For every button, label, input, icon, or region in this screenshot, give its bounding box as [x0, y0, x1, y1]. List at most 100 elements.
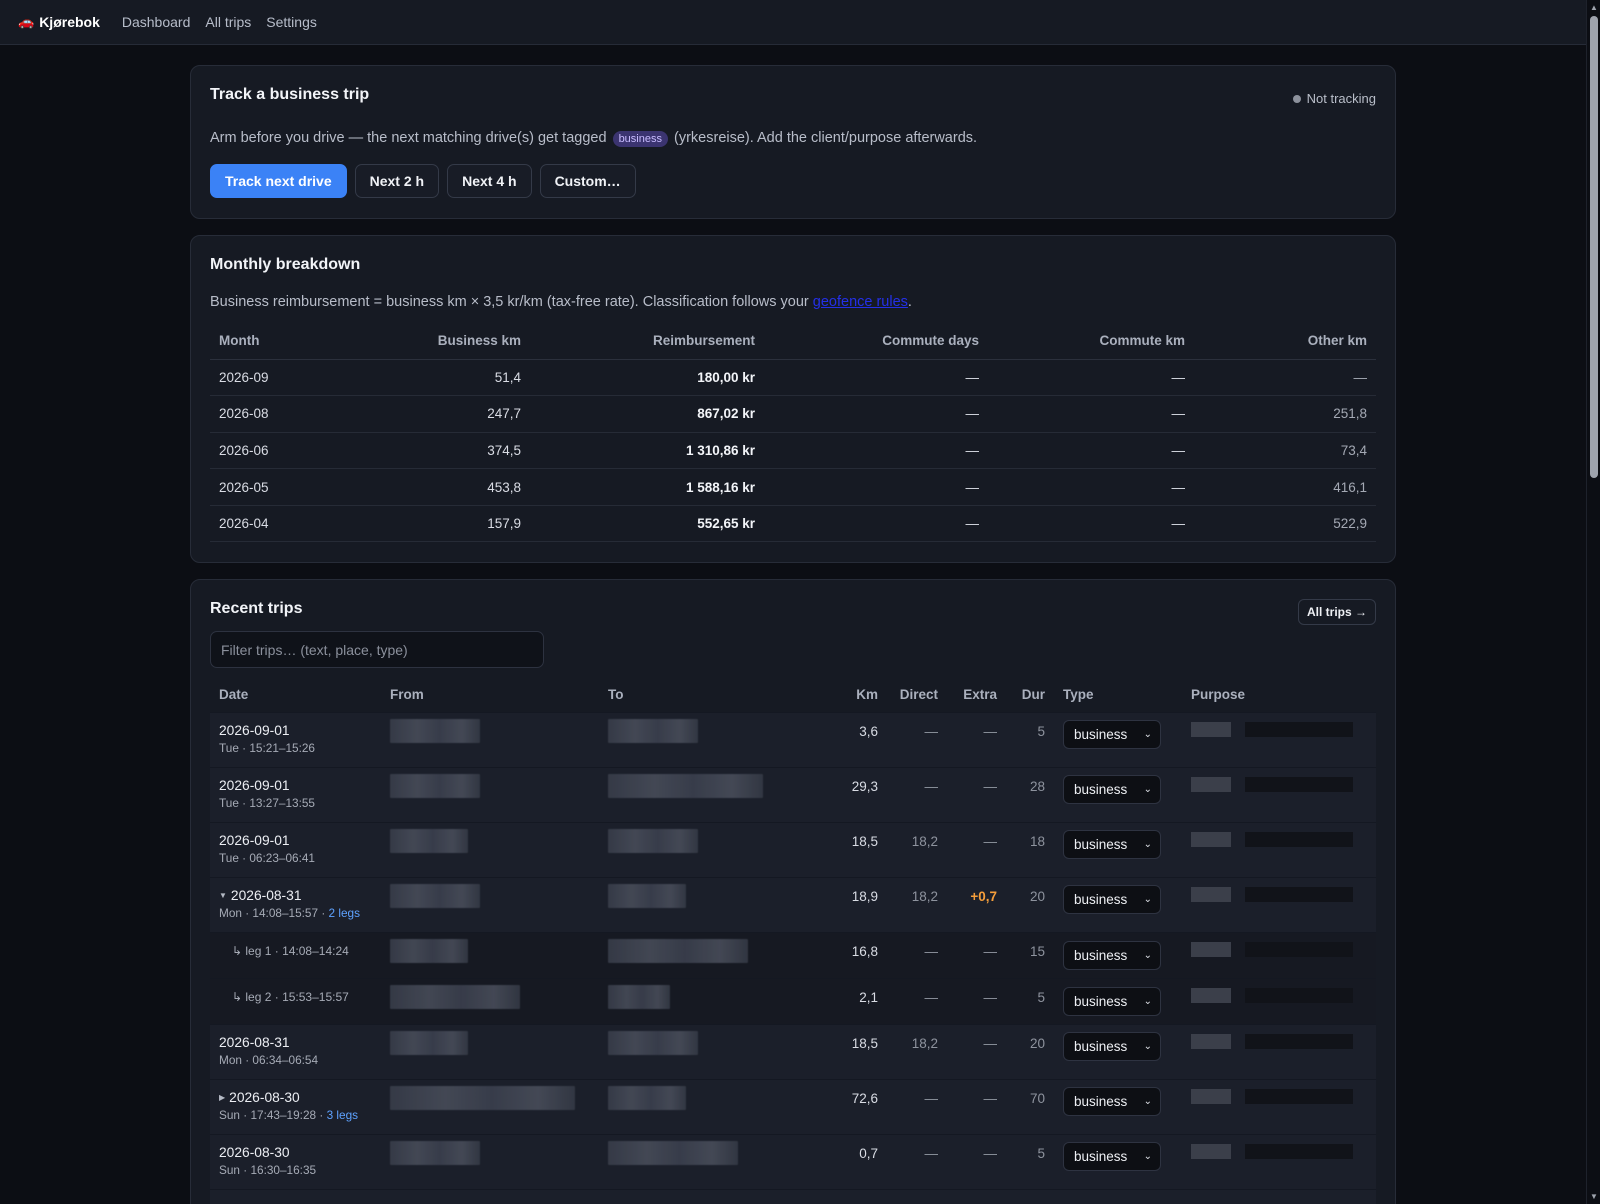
redacted-purpose-part [1245, 721, 1353, 737]
trip-km [817, 1188, 887, 1204]
scrollbar-thumb[interactable] [1590, 16, 1598, 478]
page-scrollbar[interactable]: ▲ ▼ [1586, 0, 1600, 1204]
filter-trips-input[interactable] [210, 631, 544, 668]
trip-leg-row[interactable]: ↳ leg 1 · 14:08–14:24 16,8— —15 business ⌄ [210, 931, 1376, 978]
trip-time-text: Mon · 06:34–06:54 [219, 1052, 319, 1067]
trip-type-select[interactable]: business ⌄ [1063, 1141, 1161, 1171]
trip-type-cell: business ⌄ [1054, 931, 1182, 978]
brand-logo[interactable]: 🚗 Kjørebok [18, 14, 100, 30]
month-cell: 2026-09 [210, 359, 370, 397]
trip-type-cell: business ⌄ [1054, 876, 1182, 932]
trip-duration: 20 [1006, 1023, 1054, 1079]
next-2h-button[interactable]: Next 2 h [354, 164, 440, 198]
next-4h-button[interactable]: Next 4 h [447, 164, 532, 198]
trip-type-select[interactable]: business ⌄ [1063, 1086, 1161, 1116]
col-dur: Dur [1021, 687, 1045, 703]
chevron-down-icon: ⌄ [1143, 1095, 1152, 1107]
redacted-purpose [1191, 1143, 1367, 1159]
trip-row[interactable] [210, 1188, 1376, 1204]
redacted-purpose-part [1245, 987, 1353, 1003]
monthly-breakdown-card: Monthly breakdown Business reimbursement… [190, 235, 1396, 563]
redacted-purpose-part [1191, 1033, 1231, 1049]
month-cell: 2026-04 [210, 505, 370, 543]
scroll-up-icon[interactable]: ▲ [1590, 3, 1598, 12]
trip-extra: — [947, 1133, 1006, 1189]
trip-row[interactable]: 2026-08-30 Sun · 16:30–16:35 0,7— —5 busines… [210, 1133, 1376, 1189]
redacted-from-place [390, 1085, 575, 1110]
trip-purpose-cell[interactable] [1182, 1133, 1376, 1189]
trip-type-select[interactable]: business ⌄ [1063, 774, 1161, 804]
trip-date-text: 2026-09-01 [219, 832, 290, 848]
trip-type-select[interactable]: business ⌄ [1063, 829, 1161, 859]
trip-date-cell: ▼ 2026-08-31 Mon · 14:08–15:57 · 2 legs [210, 876, 381, 932]
trip-extra: — [947, 977, 1006, 1024]
trip-date-text: 2026-09-01 [219, 722, 290, 738]
trip-type-cell: business ⌄ [1054, 821, 1182, 877]
reimbursement-cell: 552,65 kr [530, 505, 764, 543]
trip-purpose-cell[interactable] [1182, 977, 1376, 1024]
trip-type-select[interactable]: business ⌄ [1063, 884, 1161, 914]
track-next-drive-button[interactable]: Track next drive [210, 164, 347, 198]
trip-leg-row[interactable]: ↳ leg 2 · 15:53–15:57 2,1— —5 business ⌄ [210, 977, 1376, 1024]
chevron-down-icon: ⌄ [1143, 949, 1152, 961]
trip-type-value: business [1074, 947, 1128, 963]
trip-date: 2026-09-01 [219, 723, 372, 738]
other-km-cell: 73,4 [1194, 432, 1376, 470]
nav-link-all-trips[interactable]: All trips [205, 14, 251, 30]
trip-extra: — [947, 1023, 1006, 1079]
trip-purpose-cell[interactable] [1182, 1023, 1376, 1079]
trip-row[interactable]: 2026-09-01 Tue · 15:21–15:26 3,6— —5 busines… [210, 711, 1376, 767]
trip-row[interactable]: 2026-09-01 Tue · 13:27–13:55 29,3— —28 busin… [210, 766, 1376, 822]
trip-row[interactable]: ▼ 2026-08-31 Mon · 14:08–15:57 · 2 legs 18,… [210, 876, 1376, 932]
trip-type-select[interactable]: business ⌄ [1063, 986, 1161, 1016]
redacted-to-place [608, 883, 686, 908]
trip-row[interactable]: ▶ 2026-08-30 Sun · 17:43–19:28 · 3 legs 72,… [210, 1078, 1376, 1134]
month-cell: 2026-06 [210, 432, 370, 470]
trip-from-cell [381, 1133, 599, 1189]
recent-trips-card: Recent trips All trips → Date From To Km… [190, 579, 1396, 1204]
trip-purpose-cell[interactable] [1182, 821, 1376, 877]
trip-type-select[interactable]: business ⌄ [1063, 719, 1161, 749]
trip-purpose-cell[interactable] [1182, 1188, 1376, 1204]
geofence-rules-link[interactable]: geofence rules [813, 294, 908, 310]
chevron-down-icon: ⌄ [1143, 995, 1152, 1007]
trip-row[interactable]: 2026-08-31 Mon · 06:34–06:54 18,5 18,2—20 bu… [210, 1023, 1376, 1079]
trip-type-select[interactable]: business ⌄ [1063, 1031, 1161, 1061]
trip-type-value: business [1074, 891, 1128, 907]
trip-legs-link[interactable]: 3 legs [327, 1108, 358, 1122]
trip-from-cell [381, 1023, 599, 1079]
other-km-cell: 251,8 [1194, 395, 1376, 433]
redacted-from-place [390, 718, 480, 743]
commute-days-cell: — [764, 395, 988, 433]
redacted-purpose-part [1245, 886, 1353, 902]
trip-type-cell: business ⌄ [1054, 977, 1182, 1024]
nav-link-settings[interactable]: Settings [266, 14, 317, 30]
trip-date-cell: 2026-09-01 Tue · 13:27–13:55 [210, 766, 381, 822]
scroll-down-icon[interactable]: ▼ [1590, 1192, 1598, 1201]
trip-date-cell: 2026-08-30 Sun · 16:30–16:35 [210, 1133, 381, 1189]
trip-km: 3,6 [817, 711, 887, 767]
trip-date-text: 2026-08-31 [230, 887, 302, 903]
trip-to-cell [599, 1188, 817, 1204]
custom-button[interactable]: Custom… [539, 164, 636, 198]
expand-caret-icon[interactable]: ▶ [219, 1093, 225, 1102]
redacted-to-place [608, 938, 748, 963]
trip-type-select[interactable]: business ⌄ [1063, 940, 1161, 970]
nav-link-dashboard[interactable]: Dashboard [122, 14, 191, 30]
trip-extra: — [947, 766, 1006, 822]
trip-purpose-cell[interactable] [1182, 766, 1376, 822]
trip-date-cell: ↳ leg 2 · 15:53–15:57 [210, 977, 381, 1024]
trip-purpose-cell[interactable] [1182, 711, 1376, 767]
month-cell: 2026-08 [210, 395, 370, 433]
trip-row[interactable]: 2026-09-01 Tue · 06:23–06:41 18,5 18,2—18 bu… [210, 821, 1376, 877]
trip-purpose-cell[interactable] [1182, 931, 1376, 978]
all-trips-button[interactable]: All trips → [1297, 599, 1376, 625]
trip-from-cell [381, 931, 599, 978]
trip-legs-link[interactable]: 2 legs [329, 906, 360, 920]
commute-days-cell: — [764, 505, 988, 543]
trip-purpose-cell[interactable] [1182, 876, 1376, 932]
redacted-from-place [390, 938, 468, 963]
collapse-caret-icon[interactable]: ▼ [219, 891, 227, 900]
trip-purpose-cell[interactable] [1182, 1078, 1376, 1134]
trip-type-value: business [1074, 836, 1128, 852]
